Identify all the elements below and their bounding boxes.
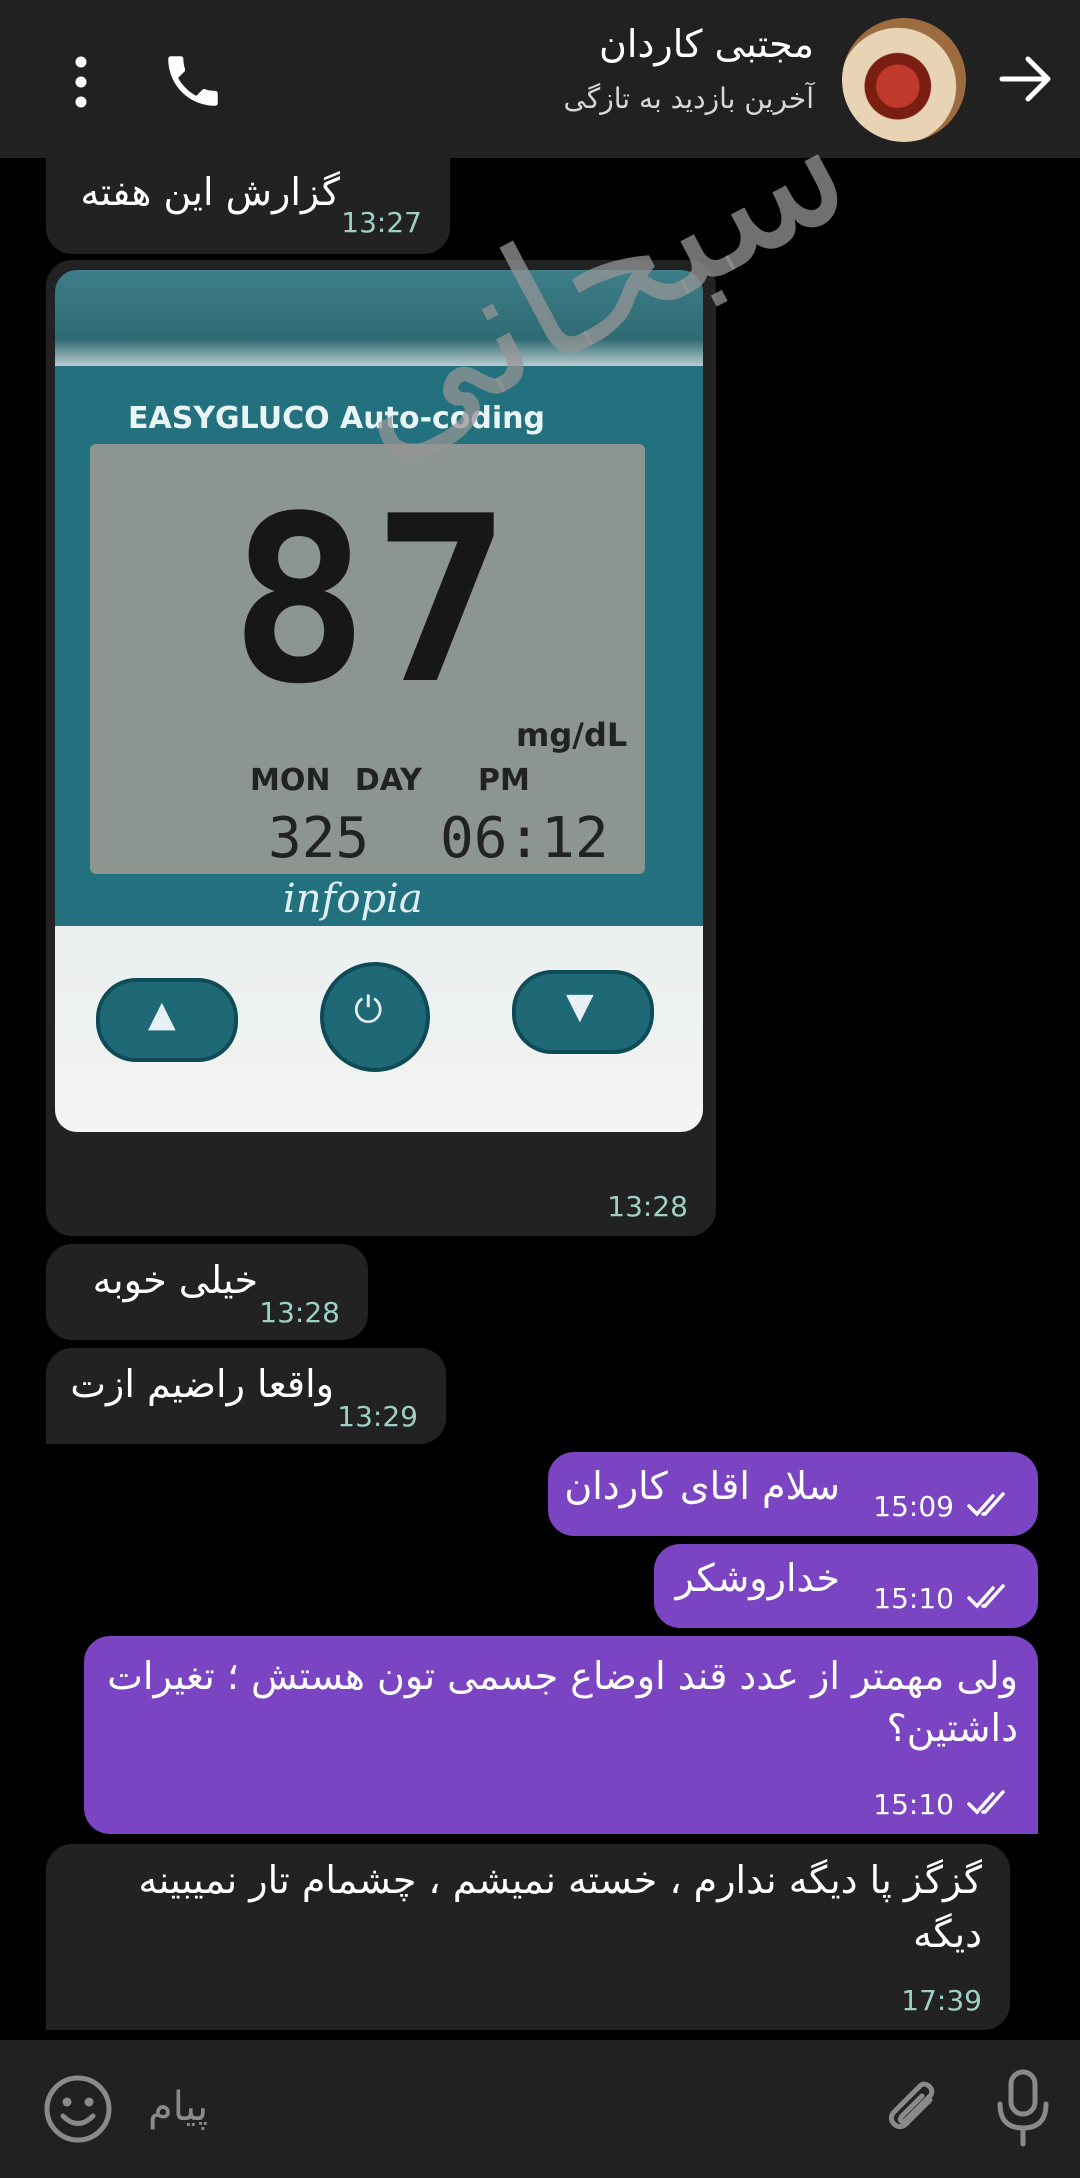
meter-date: 325: [268, 806, 370, 871]
message-text: خداروشکر: [675, 1556, 841, 1600]
meter-power-button: ⏻: [320, 962, 430, 1072]
message-time: 15:09: [873, 1490, 954, 1523]
incoming-message[interactable]: واقعا راضیم ازت 13:29: [46, 1348, 446, 1444]
message-time: 13:27: [341, 206, 422, 239]
phone-icon[interactable]: [160, 48, 226, 114]
contact-avatar[interactable]: [842, 18, 966, 142]
message-time: 15:10: [873, 1582, 954, 1615]
message-text-line-1: گزگز پا دیگه ندارم ، خسته نمیشم ، چشمام …: [138, 1858, 982, 1902]
incoming-message[interactable]: گزارش این هفته 13:27: [46, 158, 450, 254]
back-arrow-icon[interactable]: [992, 46, 1058, 112]
glucose-reading: 87: [230, 468, 515, 735]
message-text: گزارش این هفته: [80, 170, 340, 214]
up-triangle-icon: ▲: [148, 994, 176, 1035]
chat-header: مجتبی کاردان آخرین بازدید به تازگی: [0, 0, 1080, 158]
down-triangle-icon: ▼: [566, 986, 594, 1027]
microphone-icon[interactable]: [992, 2068, 1054, 2148]
power-icon: ⏻: [354, 990, 383, 1031]
emoji-icon[interactable]: [42, 2073, 114, 2145]
meter-down-button: ▼: [512, 970, 654, 1054]
outgoing-message[interactable]: ولی مهمتر از عدد قند اوضاع جسمی تون هستش…: [84, 1636, 1038, 1834]
day-labels: MON DAY: [250, 763, 422, 798]
pm-label: PM: [478, 763, 530, 798]
message-time: 15:10: [873, 1788, 954, 1821]
message-time: 13:29: [337, 1400, 418, 1433]
message-text: سلام اقای کاردان: [564, 1464, 840, 1508]
message-text-line-2: داشتین؟: [886, 1706, 1018, 1750]
attach-icon[interactable]: [878, 2070, 948, 2146]
meter-clock: 06:12: [440, 806, 609, 871]
message-text: واقعا راضیم ازت: [70, 1362, 334, 1406]
read-receipt-icon: [967, 1492, 1005, 1517]
message-text: خیلی خوبه: [92, 1258, 258, 1302]
message-time: 17:39: [901, 1984, 982, 2017]
contact-name[interactable]: مجتبی کاردان: [599, 22, 814, 66]
incoming-message[interactable]: خیلی خوبه 13:28: [46, 1244, 368, 1340]
outgoing-message[interactable]: سلام اقای کاردان 15:09: [548, 1452, 1038, 1536]
meter-maker: infopia: [283, 876, 423, 922]
message-time: 13:28: [259, 1296, 340, 1329]
message-time: 13:28: [607, 1190, 688, 1223]
incoming-message[interactable]: گزگز پا دیگه ندارم ، خسته نمیشم ، چشمام …: [46, 1844, 1010, 2030]
message-input[interactable]: پیام: [148, 2084, 208, 2130]
meter-up-button: ▲: [96, 978, 238, 1062]
message-text-line-1: ولی مهمتر از عدد قند اوضاع جسمی تون هستش…: [107, 1654, 1018, 1698]
read-receipt-icon: [967, 1790, 1005, 1815]
outgoing-message[interactable]: خداروشکر 15:10: [654, 1544, 1038, 1628]
read-receipt-icon: [967, 1584, 1005, 1609]
reading-unit: mg/dL: [516, 716, 628, 754]
message-text-line-2: دیگه: [913, 1912, 982, 1956]
more-vertical-icon[interactable]: [60, 52, 102, 112]
